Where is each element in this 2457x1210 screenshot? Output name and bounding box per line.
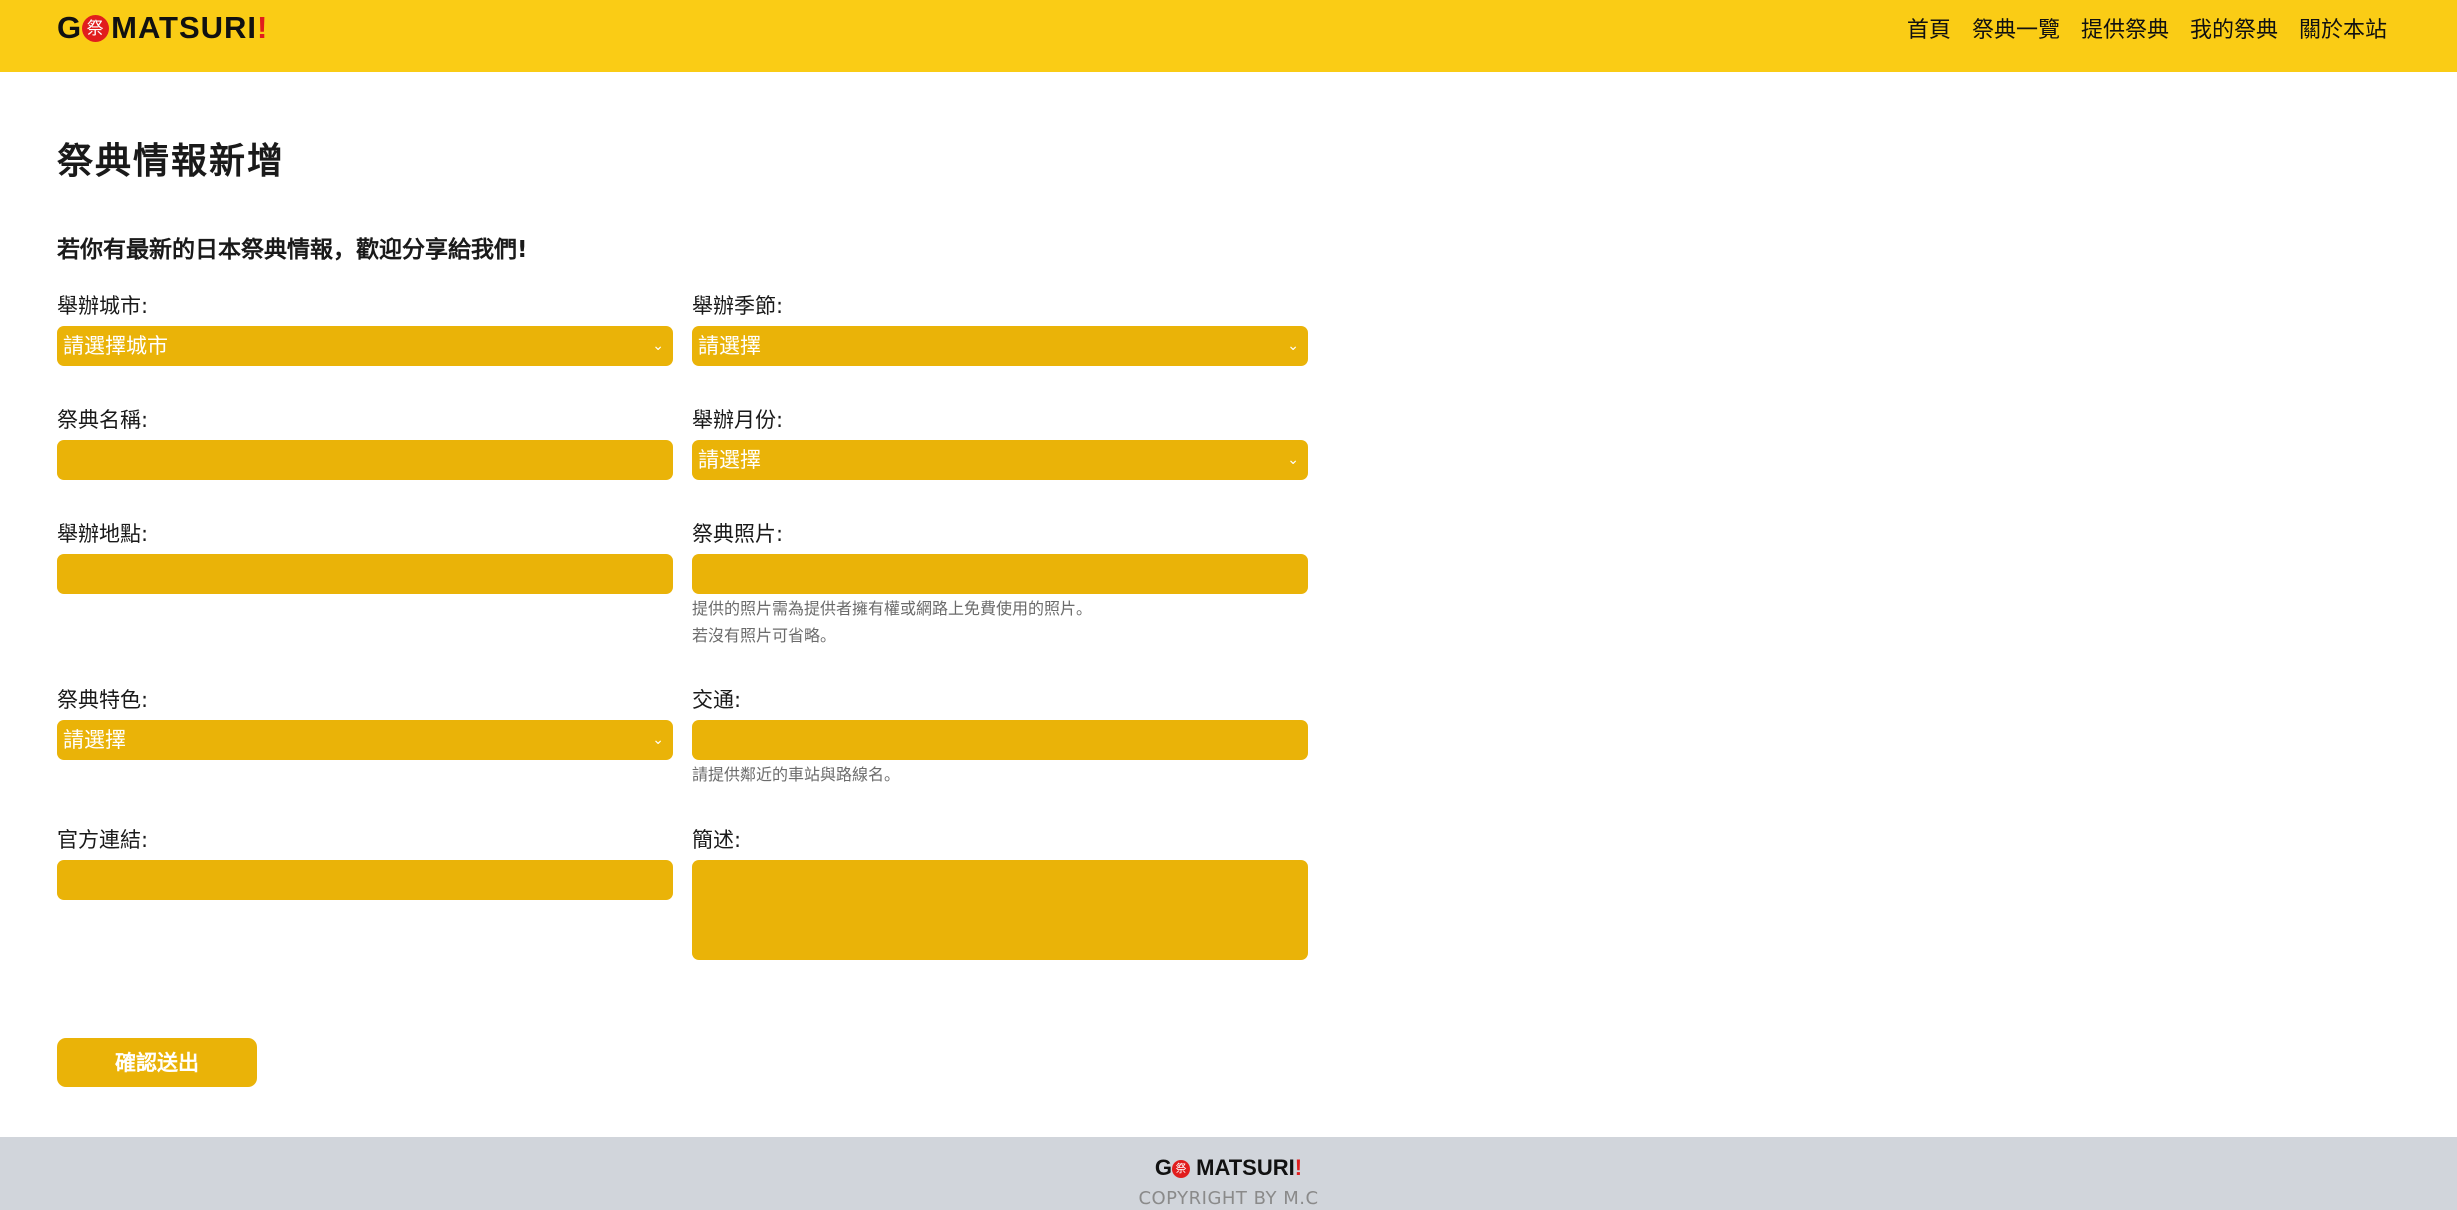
photo-input[interactable]: [692, 554, 1308, 594]
transport-input[interactable]: [692, 720, 1308, 760]
footer-logo-exclamation: !: [1294, 1155, 1303, 1180]
submit-button[interactable]: 確認送出: [57, 1038, 257, 1087]
official-link-label: 官方連結:: [57, 828, 149, 852]
summary-textarea[interactable]: [692, 860, 1308, 960]
page-title: 祭典情報新增: [57, 141, 286, 182]
season-field: 舉辦季節: 請選擇 ⌄: [692, 292, 1308, 366]
season-label: 舉辦季節:: [692, 294, 784, 318]
photo-label: 祭典照片:: [692, 522, 784, 546]
footer-logo-name: MATSURI: [1196, 1155, 1295, 1180]
site-header: G 祭 MATSURI! 首頁 祭典一覽 提供祭典 我的祭典 關於本站: [0, 0, 2457, 72]
season-select[interactable]: 請選擇 ⌄: [692, 326, 1308, 366]
location-input[interactable]: [57, 554, 673, 594]
transport-label: 交通:: [692, 688, 742, 712]
month-select[interactable]: 請選擇 ⌄: [692, 440, 1308, 480]
footer-logo-prefix: G: [1154, 1155, 1173, 1180]
month-label: 舉辦月份:: [692, 408, 784, 432]
location-field: 舉辦地點:: [57, 520, 673, 594]
matsuri-seal-icon: 祭: [1172, 1160, 1191, 1179]
logo-name: MATSURI: [111, 10, 258, 45]
site-logo[interactable]: G 祭 MATSURI!: [57, 9, 268, 47]
photo-hint-1: 提供的照片需為提供者擁有權或網路上免費使用的照片。: [692, 599, 1093, 618]
matsuri-seal-icon: 祭: [82, 14, 110, 42]
nav-home[interactable]: 首頁: [1907, 12, 1951, 44]
chevron-down-icon: ⌄: [652, 732, 664, 748]
feature-field: 祭典特色: 請選擇 ⌄: [57, 686, 673, 760]
chevron-down-icon: ⌄: [1287, 338, 1299, 354]
season-select-value: 請選擇: [698, 334, 761, 358]
nav-submit-festival[interactable]: 提供祭典: [2081, 12, 2169, 44]
city-label: 舉辦城市:: [57, 294, 149, 318]
footer-logo[interactable]: G祭 MATSURI!: [0, 1155, 2457, 1181]
transport-hint: 請提供鄰近的車站與路線名。: [692, 765, 901, 784]
feature-select[interactable]: 請選擇 ⌄: [57, 720, 673, 760]
official-link-field: 官方連結:: [57, 826, 673, 900]
festival-name-input[interactable]: [57, 440, 673, 480]
photo-hint-2: 若沒有照片可省略。: [692, 626, 837, 645]
logo-exclamation: !: [257, 10, 269, 45]
feature-label: 祭典特色:: [57, 688, 149, 712]
main-nav: 首頁 祭典一覽 提供祭典 我的祭典 關於本站: [1886, 10, 2387, 46]
copyright-text: COPYRIGHT BY M.C: [1138, 1188, 1319, 1209]
official-link-input[interactable]: [57, 860, 673, 900]
photo-field: 祭典照片: 提供的照片需為提供者擁有權或網路上免費使用的照片。 若沒有照片可省略…: [692, 520, 1308, 648]
month-select-value: 請選擇: [698, 448, 761, 472]
chevron-down-icon: ⌄: [1287, 452, 1299, 468]
location-label: 舉辦地點:: [57, 522, 149, 546]
nav-about[interactable]: 關於本站: [2299, 12, 2387, 44]
nav-festival-list[interactable]: 祭典一覽: [1972, 12, 2060, 44]
city-select-value: 請選擇城市: [63, 334, 168, 358]
logo-prefix: G: [57, 10, 83, 45]
festival-name-field: 祭典名稱:: [57, 406, 673, 480]
site-footer: G祭 MATSURI! COPYRIGHT BY M.C: [0, 1137, 2457, 1210]
summary-label: 簡述:: [692, 828, 742, 852]
city-field: 舉辦城市: 請選擇城市 ⌄: [57, 292, 673, 366]
month-field: 舉辦月份: 請選擇 ⌄: [692, 406, 1308, 480]
nav-my-festivals[interactable]: 我的祭典: [2190, 12, 2278, 44]
summary-field: 簡述:: [692, 826, 1308, 960]
transport-field: 交通: 請提供鄰近的車站與路線名。: [692, 686, 1308, 787]
city-select[interactable]: 請選擇城市 ⌄: [57, 326, 673, 366]
chevron-down-icon: ⌄: [652, 338, 664, 354]
intro-text: 若你有最新的日本祭典情報，歡迎分享給我們!: [57, 237, 528, 263]
feature-select-value: 請選擇: [63, 728, 126, 752]
festival-name-label: 祭典名稱:: [57, 408, 149, 432]
